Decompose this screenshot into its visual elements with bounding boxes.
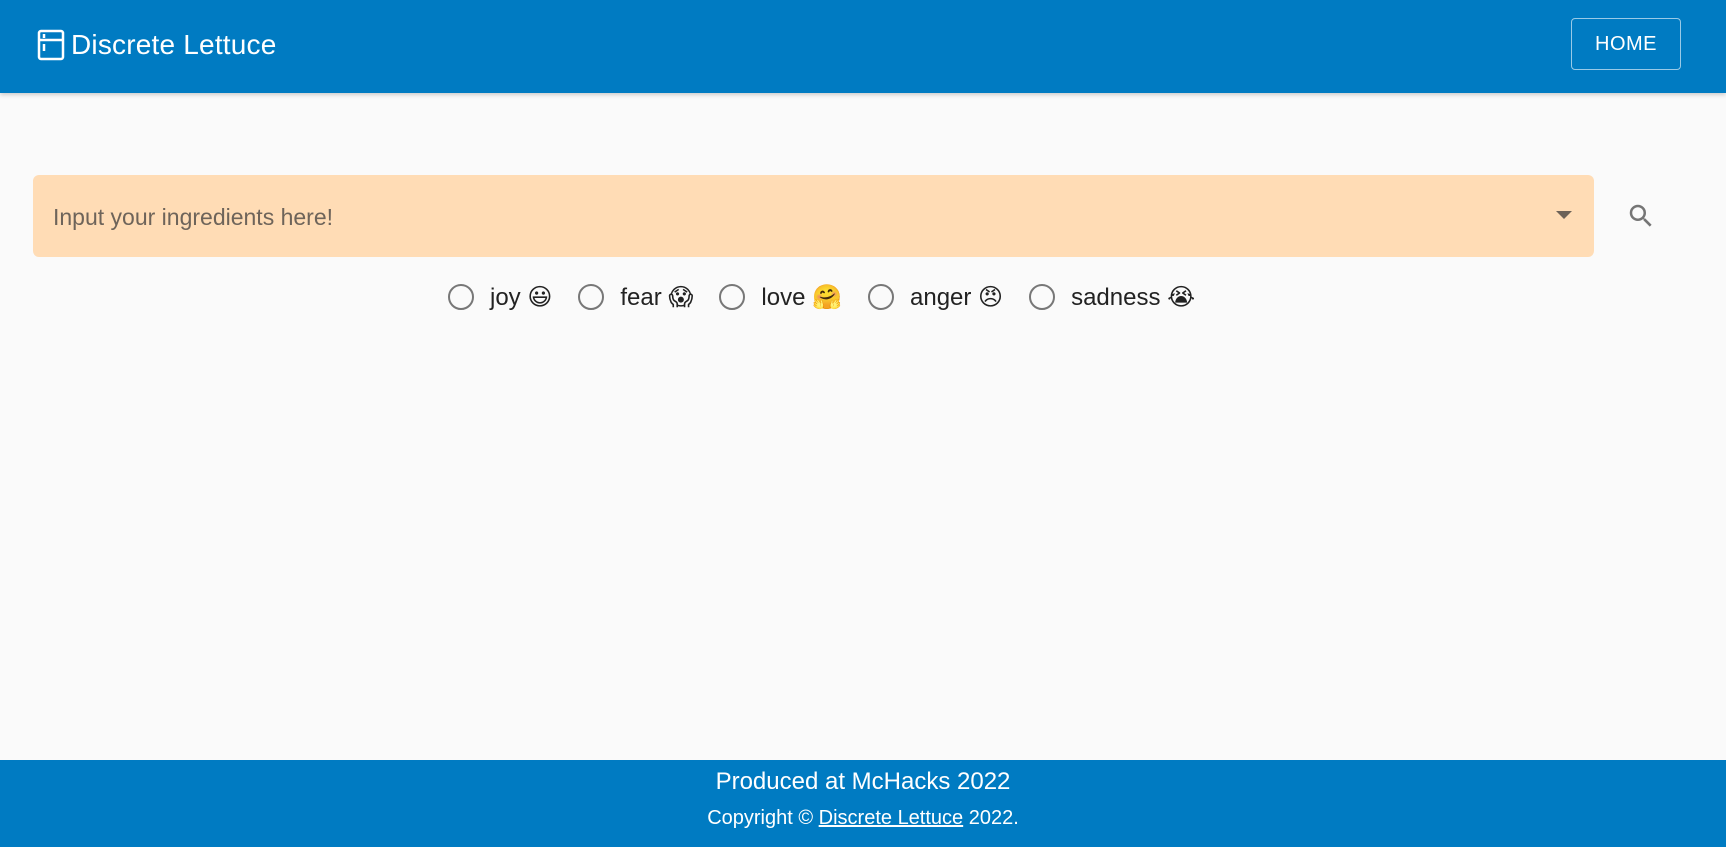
ingredients-autocomplete[interactable] [33, 175, 1594, 259]
mood-label: anger 😠 [910, 283, 1004, 311]
caret-down-icon[interactable] [1556, 211, 1572, 219]
mood-radio-group: joy 😃 fear 😱 love 🤗 anger 😠 sadness 😭 [448, 281, 1221, 313]
mood-label: love 🤗 [761, 283, 842, 311]
footer-credit: Produced at McHacks 2022 [715, 768, 1011, 795]
ingredients-input[interactable] [51, 175, 1535, 259]
mood-label: joy 😃 [490, 283, 553, 311]
mood-option-love[interactable]: love 🤗 [719, 283, 842, 312]
copyright-prefix: Copyright © [707, 807, 814, 829]
radio-button[interactable] [719, 284, 746, 310]
mood-option-fear[interactable]: fear 😱 [578, 283, 693, 312]
mood-option-joy[interactable]: joy 😃 [448, 283, 552, 312]
top-app-bar: Discrete Lettuce HOME [0, 0, 1726, 93]
radio-button[interactable] [868, 284, 894, 310]
search-icon [1629, 204, 1652, 227]
mood-option-anger[interactable]: anger 😠 [868, 283, 1003, 312]
radio-button[interactable] [448, 284, 474, 310]
copyright-suffix: 2022. [968, 807, 1019, 829]
home-button[interactable]: HOME [1571, 18, 1681, 70]
mood-label: fear 😱 [620, 283, 694, 311]
fridge-icon [37, 29, 65, 61]
brand[interactable]: Discrete Lettuce [37, 27, 277, 63]
mood-option-sadness[interactable]: sadness 😭 [1029, 283, 1195, 312]
footer: Produced at McHacks 2022 Copyright © Dis… [0, 760, 1726, 847]
search-button[interactable] [1618, 196, 1664, 236]
radio-button[interactable] [1029, 284, 1056, 310]
brand-name: Discrete Lettuce [71, 29, 277, 60]
footer-copyright: Copyright © Discrete Lettuce 2022. [0, 807, 1726, 830]
copyright-link[interactable]: Discrete Lettuce [819, 807, 964, 829]
app-root: Discrete Lettuce HOME joy 😃 fear 😱 love … [0, 0, 1726, 847]
mood-label: sadness 😭 [1071, 283, 1196, 311]
radio-button[interactable] [578, 284, 605, 310]
